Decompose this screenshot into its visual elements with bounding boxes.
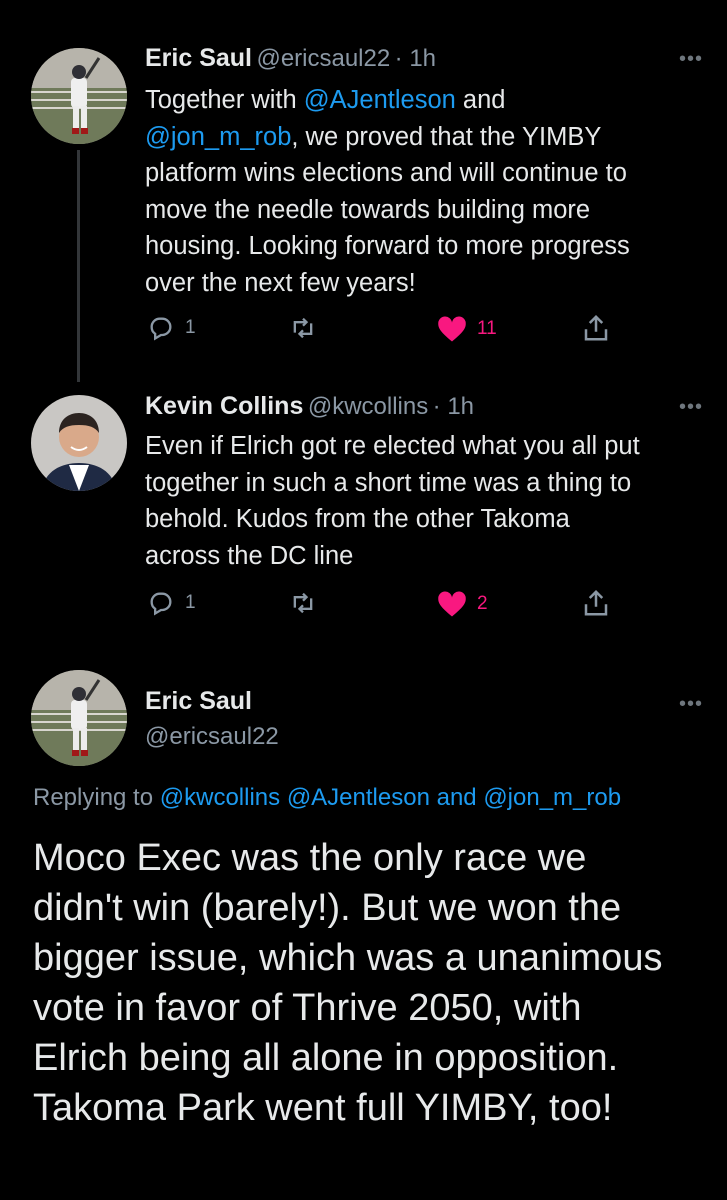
text-line: Together with @AJentleson and xyxy=(145,82,630,119)
more-options-icon[interactable]: ••• xyxy=(679,48,703,71)
like-button[interactable]: 11 xyxy=(437,315,497,343)
text-line: platform wins elections and will continu… xyxy=(145,159,627,187)
text-line: vote in favor of Thrive 2050, with xyxy=(33,987,582,1029)
like-count: 11 xyxy=(477,318,497,339)
display-name[interactable]: Kevin Collins xyxy=(145,392,303,420)
text-line: didn't win (barely!). But we won the xyxy=(33,887,622,929)
retweet-button[interactable] xyxy=(288,589,328,617)
more-options-icon[interactable]: ••• xyxy=(679,693,703,716)
text-segment: Together with xyxy=(145,86,304,114)
reply-button[interactable]: 1 xyxy=(147,314,196,342)
tweet-1-header: Eric Saul @ericsaul22 · 1h xyxy=(145,44,436,73)
text-line: Takoma Park went full YIMBY, too! xyxy=(33,1087,613,1129)
share-icon xyxy=(584,589,608,616)
mention-link[interactable]: @kwcollins xyxy=(160,784,280,811)
heart-filled-icon xyxy=(438,316,466,342)
like-count: 2 xyxy=(477,593,488,614)
avatar-photo-baseball xyxy=(31,48,127,144)
replying-prefix: Replying to xyxy=(33,784,160,811)
tweet-2-header: Kevin Collins @kwcollins · 1h xyxy=(145,392,474,421)
user-handle[interactable]: @ericsaul22 xyxy=(145,723,279,751)
text-segment: , we proved that the YIMBY xyxy=(291,122,602,151)
reply-icon xyxy=(150,317,172,341)
mention-link[interactable]: @AJentleson xyxy=(304,86,456,114)
text-line: move the needle towards building more xyxy=(145,195,591,224)
mention-link[interactable]: @jon_m_rob xyxy=(483,784,621,811)
text-line: behold. Kudos from the other Takoma xyxy=(145,505,570,533)
text-line: together in such a short time was a thin… xyxy=(145,468,632,497)
heart-filled-icon xyxy=(438,591,466,617)
text-line: housing. Looking forward to more progres… xyxy=(145,232,630,260)
replying-and: and xyxy=(429,784,484,811)
display-name[interactable]: Eric Saul xyxy=(145,44,252,72)
retweet-icon xyxy=(293,317,313,339)
avatar-photo-portrait xyxy=(31,395,127,491)
mention-link[interactable]: @AJentleson xyxy=(287,784,430,811)
retweet-button[interactable] xyxy=(288,314,328,342)
mention-link[interactable]: @jon_m_rob xyxy=(145,123,291,151)
reply-button[interactable]: 1 xyxy=(147,589,196,617)
text-segment: and xyxy=(455,86,506,114)
tweet-2-text: Even if Elrich got re elected what you a… xyxy=(145,428,640,574)
text-line: across the DC line xyxy=(145,541,354,570)
text-line: @jon_m_rob, we proved that the YIMBY xyxy=(145,119,630,156)
reply-icon xyxy=(150,592,172,616)
share-icon xyxy=(584,314,608,341)
like-button[interactable]: 2 xyxy=(437,590,488,618)
share-button[interactable] xyxy=(581,313,611,343)
text-line: Moco Exec was the only race we xyxy=(33,837,587,879)
reply-count: 1 xyxy=(185,317,196,338)
main-tweet-text: Moco Exec was the only race we didn't wi… xyxy=(33,833,662,1133)
user-handle[interactable]: @ericsaul22 xyxy=(256,45,390,72)
avatar-eric-saul[interactable] xyxy=(31,670,127,766)
share-button[interactable] xyxy=(581,588,611,618)
thread-line xyxy=(77,150,80,382)
text-line: Even if Elrich got re elected what you a… xyxy=(145,432,640,460)
tweet-time[interactable]: · 1h xyxy=(433,393,474,420)
avatar-kevin-collins[interactable] xyxy=(31,395,127,491)
tweet-time[interactable]: · 1h xyxy=(395,45,436,72)
display-name[interactable]: Eric Saul xyxy=(145,687,252,716)
more-options-icon[interactable]: ••• xyxy=(679,396,703,419)
text-line: over the next few years! xyxy=(145,268,416,297)
tweet-1-text: Together with @AJentleson and @jon_m_rob… xyxy=(145,82,630,301)
retweet-icon xyxy=(293,592,313,614)
text-line: bigger issue, which was a unanimous xyxy=(33,937,663,979)
text-line: Elrich being all alone in opposition. xyxy=(33,1037,619,1079)
replying-to: Replying to @kwcollins @AJentleson and @… xyxy=(33,784,621,812)
reply-count: 1 xyxy=(185,592,196,613)
avatar-eric-saul[interactable] xyxy=(31,48,127,144)
avatar-photo-baseball xyxy=(31,670,127,766)
user-handle[interactable]: @kwcollins xyxy=(308,393,428,420)
